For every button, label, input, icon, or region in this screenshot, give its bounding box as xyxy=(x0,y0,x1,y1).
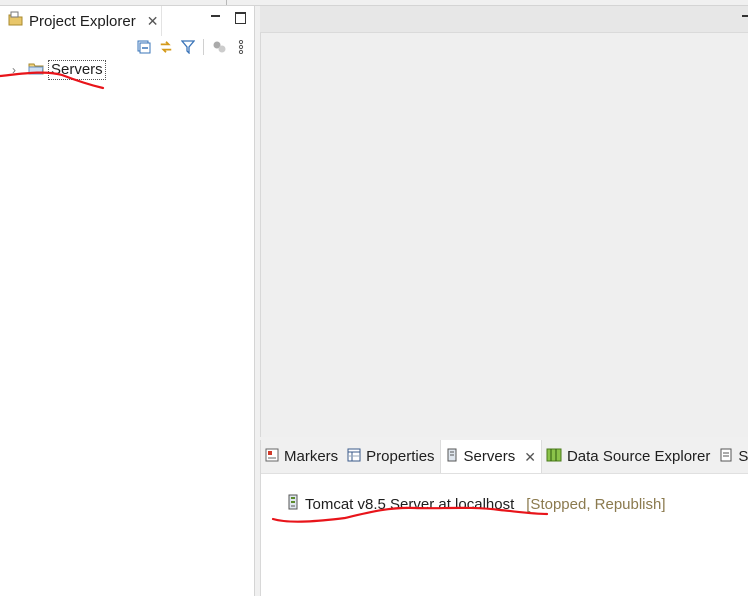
maximize-icon[interactable] xyxy=(235,12,246,24)
tab-label: Properties xyxy=(366,448,435,465)
snippets-icon xyxy=(719,448,733,466)
toolbar-separator xyxy=(203,39,204,55)
folder-icon xyxy=(28,61,44,79)
minimize-icon[interactable] xyxy=(742,15,748,17)
project-explorer-toolbar xyxy=(137,39,248,55)
server-row[interactable]: Tomcat v8.5 Server at localhost [Stopped… xyxy=(287,494,666,514)
tab-snippets[interactable]: Sr xyxy=(715,440,748,473)
tab-properties[interactable]: Properties xyxy=(343,440,439,473)
project-explorer-view: Project Explorer ✕ › Servers xyxy=(0,6,255,596)
tab-label: Markers xyxy=(284,448,339,465)
project-explorer-tabbar: Project Explorer ✕ xyxy=(0,6,254,36)
server-status: [Stopped, Republish] xyxy=(526,495,666,513)
view-controls xyxy=(211,12,246,24)
editor-area xyxy=(260,6,748,437)
tab-label: Sr xyxy=(738,448,748,465)
tab-servers[interactable]: Servers ✕ xyxy=(439,440,542,473)
tree-item-label: Servers xyxy=(48,60,106,80)
tab-data-source-explorer[interactable]: Data Source Explorer xyxy=(542,440,715,473)
project-explorer-title: Project Explorer xyxy=(29,12,136,30)
project-explorer-icon xyxy=(8,11,24,31)
tab-markers[interactable]: Markers xyxy=(261,440,343,473)
server-icon xyxy=(287,494,299,514)
chevron-right-icon[interactable]: › xyxy=(12,63,22,77)
tree-item-servers[interactable]: › Servers xyxy=(0,60,254,80)
markers-icon xyxy=(265,448,279,466)
focus-icon[interactable] xyxy=(212,40,226,54)
collapse-all-icon[interactable] xyxy=(137,40,151,54)
filter-icon[interactable] xyxy=(181,40,195,54)
servers-icon xyxy=(445,448,459,466)
bottom-panel: Markers Properties Servers ✕ Data Source… xyxy=(260,440,748,596)
editor-tabbar xyxy=(260,6,748,33)
view-menu-icon[interactable] xyxy=(234,40,248,54)
tab-project-explorer[interactable]: Project Explorer ✕ xyxy=(0,6,162,36)
close-icon[interactable]: ✕ xyxy=(147,14,159,28)
close-icon[interactable]: ✕ xyxy=(524,450,536,464)
project-tree: › Servers xyxy=(0,60,254,80)
bottom-tabbar: Markers Properties Servers ✕ Data Source… xyxy=(261,440,748,474)
data-source-explorer-icon xyxy=(546,448,562,466)
editor-body xyxy=(260,33,748,437)
toolbar-divider xyxy=(226,0,227,5)
tab-label: Servers xyxy=(463,448,516,465)
minimize-icon[interactable] xyxy=(211,12,221,22)
link-with-editor-icon[interactable] xyxy=(159,40,173,54)
tab-label: Data Source Explorer xyxy=(566,448,711,465)
server-name: Tomcat v8.5 Server at localhost xyxy=(305,495,515,513)
properties-icon xyxy=(347,448,361,466)
servers-view: Tomcat v8.5 Server at localhost [Stopped… xyxy=(261,474,748,596)
